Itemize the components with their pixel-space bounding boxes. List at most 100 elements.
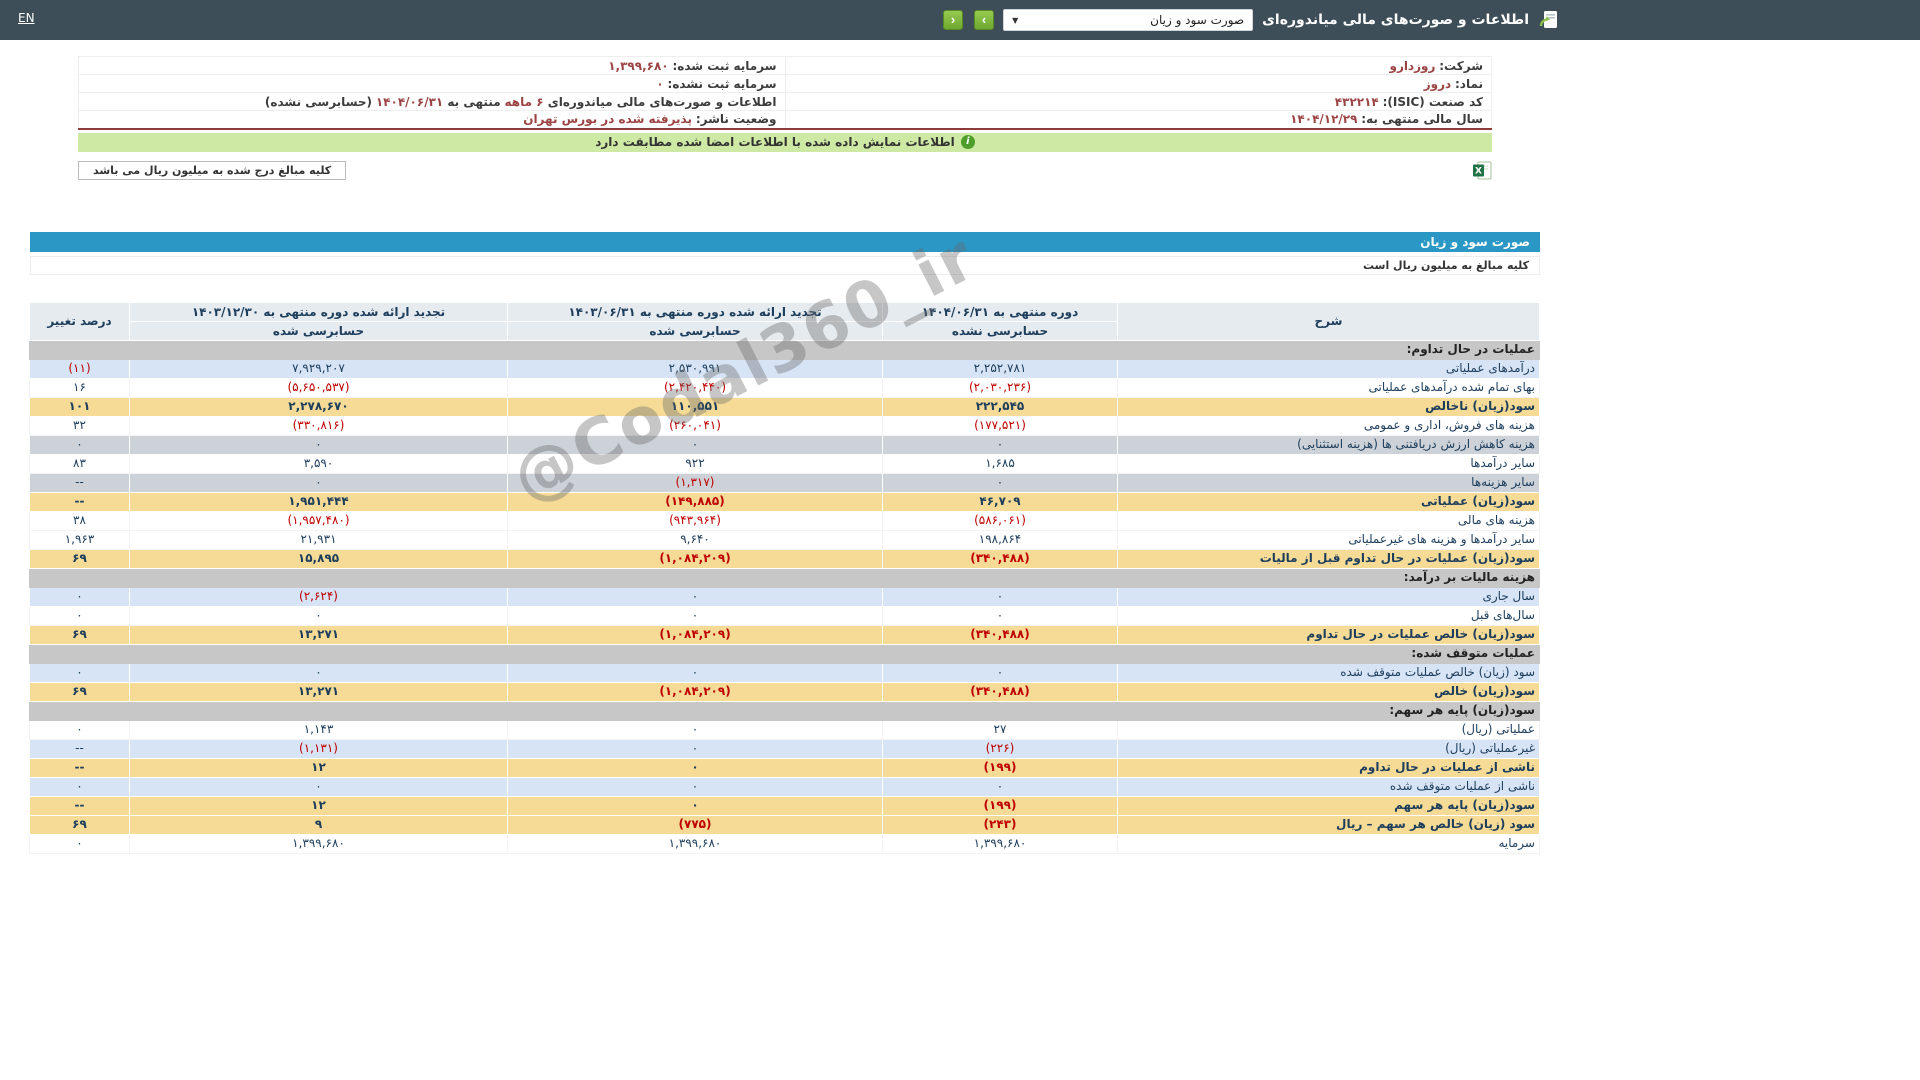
row-value-period3: ۰ <box>129 472 508 493</box>
row-value-period2 <box>507 567 883 588</box>
nav-forward-button[interactable]: › <box>974 10 995 30</box>
row-label: سود(زیان) ناخالص <box>1117 396 1540 417</box>
banner-message: اطلاعات نمایش داده شده با اطلاعات امضا ش… <box>595 135 955 149</box>
row-label: ناشی از عملیات در حال تداوم <box>1117 757 1540 778</box>
row-value-period2: (۲,۴۲۰,۴۴۰) <box>507 377 883 398</box>
table-row: سود(زیان) ناخالص ۲۲۲,۵۴۵ ۱۱۰,۵۵۱ ۲,۲۷۸,۶۷۰ ۱… <box>29 396 1540 417</box>
statement-table: شرح دوره منتهی به ۱۴۰۴/۰۶/۳۱ تجدید ارائه… <box>29 301 1540 854</box>
row-value-period2: ۲,۵۳۰,۹۹۱ <box>507 358 883 379</box>
row-value-period3: ۹ <box>129 814 508 835</box>
excel-export-button[interactable]: X <box>1472 161 1492 180</box>
language-toggle[interactable]: EN <box>18 11 35 25</box>
row-label: ناشی از عملیات متوقف شده <box>1117 776 1540 797</box>
report-period-text: اطلاعات و صورت‌های مالی میاندوره‌ای <box>543 94 777 109</box>
table-row: هزینه های فروش، اداری و عمومی (۱۷۷,۵۲۱) (۲… <box>29 415 1540 436</box>
row-value-period3: ۱۲ <box>129 757 508 778</box>
row-change-percent: ۳۲ <box>29 415 130 436</box>
col-subheader-period2-audit: حسابرسی شده <box>507 320 883 341</box>
col-header-period2: تجدید ارائه شده دوره منتهی به ۱۴۰۳/۰۶/۳۱ <box>507 301 883 322</box>
table-row: سایر هزینه‌ها ۰ (۱,۳۱۷) ۰ -- <box>29 472 1540 493</box>
nav-back-button[interactable]: ‹ <box>943 10 964 30</box>
row-label: عملیات متوقف شده: <box>1117 643 1540 664</box>
row-change-percent: ۸۳ <box>29 453 130 474</box>
row-value-period1: (۳۴۰,۴۸۸) <box>882 624 1118 645</box>
col-header-description: شرح <box>1117 301 1540 341</box>
row-value-period2: ۰ <box>507 605 883 626</box>
row-value-period3: ۱۲ <box>129 795 508 816</box>
table-row: سود(زیان) خالص عملیات در حال تداوم (۳۴۰,۴… <box>29 624 1540 645</box>
row-change-percent: ۶۹ <box>29 548 130 569</box>
statement-type-dropdown[interactable]: صورت سود و زیان ▼ <box>1003 9 1254 31</box>
row-value-period1 <box>882 643 1118 664</box>
info-row: کد صنعت (ISIC): ۴۳۲۲۱۴ اطلاعات و صورت‌ها… <box>78 92 1492 111</box>
row-value-period1: (۳۴۰,۴۸۸) <box>882 548 1118 569</box>
row-value-period2: (۱,۰۸۴,۲۰۹) <box>507 624 883 645</box>
row-value-period3: ۱,۹۵۱,۴۴۴ <box>129 491 508 512</box>
row-value-period2: ۱۱۰,۵۵۱ <box>507 396 883 417</box>
report-period-cell: اطلاعات و صورت‌های مالی میاندوره‌ای ۶ ما… <box>78 92 786 111</box>
row-label: هزینه مالیات بر درآمد: <box>1117 567 1540 588</box>
row-change-percent: ۰ <box>29 833 130 854</box>
row-label: سال جاری <box>1117 586 1540 607</box>
row-value-period3: ۷,۹۲۹,۲۰۷ <box>129 358 508 379</box>
row-value-period2: ۹۲۲ <box>507 453 883 474</box>
row-change-percent: -- <box>29 738 130 759</box>
registered-capital-cell: سرمایه ثبت شده: ۱,۳۹۹,۶۸۰ <box>78 56 786 75</box>
row-change-percent: ۱۶ <box>29 377 130 398</box>
row-label: هزینه کاهش ارزش دریافتنی ها (هزینه استثن… <box>1117 434 1540 455</box>
row-value-period3: ۰ <box>129 662 508 683</box>
row-value-period1 <box>882 700 1118 721</box>
row-label: سود (زیان) خالص هر سهم – ریال <box>1117 814 1540 835</box>
row-change-percent: -- <box>29 491 130 512</box>
row-label: عملیاتی (ریال) <box>1117 719 1540 740</box>
row-value-period3: ۱,۳۹۹,۶۸۰ <box>129 833 508 854</box>
col-header-period3: تجدید ارائه شده دوره منتهی به ۱۴۰۳/۱۲/۳۰ <box>129 301 508 322</box>
row-label: سایر درآمدها <box>1117 453 1540 474</box>
excel-icon: X <box>1473 161 1492 179</box>
row-change-percent: ۰ <box>29 586 130 607</box>
row-value-period2: (۱,۰۸۴,۲۰۹) <box>507 681 883 702</box>
row-value-period1: (۱۹۹) <box>882 757 1118 778</box>
table-row: سود(زیان) عملیاتی ۴۶,۷۰۹ (۱۴۹,۸۸۵) ۱,۹۵۱,۴۴… <box>29 491 1540 512</box>
statement-table-body: عملیات در حال تداوم: درآمدهای عملیاتی ۲,۲۵… <box>29 339 1540 854</box>
table-row: هزینه های مالی (۵۸۶,۰۶۱) (۹۴۳,۹۶۴) (۱,۹۵۷,۴… <box>29 510 1540 531</box>
navbar-title: اطلاعات و صورت‌های مالی میاندوره‌ای <box>1262 12 1529 28</box>
row-value-period2: ۰ <box>507 776 883 797</box>
row-label: سود(زیان) عملیات در حال تداوم قبل از مال… <box>1117 548 1540 569</box>
row-label: سود(زیان) پایه هر سهم <box>1117 795 1540 816</box>
table-row: سود (زیان) خالص عملیات متوقف شده ۰ ۰ ۰ ۰ <box>29 662 1540 683</box>
row-value-period1: (۲۴۳) <box>882 814 1118 835</box>
row-value-period2: ۰ <box>507 434 883 455</box>
units-note-tab: کلیه مبالغ درج شده به میلیون ریال می باش… <box>78 160 347 180</box>
fiscal-year-label: سال مالی منتهی به: <box>1361 112 1483 127</box>
row-value-period1: (۲۲۶) <box>882 738 1118 759</box>
row-value-period2: ۱,۳۹۹,۶۸۰ <box>507 833 883 854</box>
page-content: شرکت: روزدارو سرمایه ثبت شده: ۱,۳۹۹,۶۸۰ … <box>29 56 1540 854</box>
row-value-period1: ۰ <box>882 586 1118 607</box>
table-row: سال‌های قبل ۰ ۰ ۰ ۰ <box>29 605 1540 626</box>
row-value-period1: ۰ <box>882 434 1118 455</box>
row-value-period3: (۱,۱۳۱) <box>129 738 508 759</box>
row-value-period3: (۲,۶۲۴) <box>129 586 508 607</box>
row-value-period1: ۲۷ <box>882 719 1118 740</box>
section-row: عملیات متوقف شده: <box>29 643 1540 664</box>
col-subheader-period3-audit: حسابرسی شده <box>129 320 508 341</box>
row-change-percent: ۱۰۱ <box>29 396 130 417</box>
table-row: سود(زیان) عملیات در حال تداوم قبل از مال… <box>29 548 1540 569</box>
units-row: X کلیه مبالغ درج شده به میلیون ریال می ب… <box>78 160 1492 180</box>
row-value-period2: ۰ <box>507 586 883 607</box>
registered-capital-label: سرمایه ثبت شده: <box>672 58 777 73</box>
unregistered-capital-value: ۰ <box>656 76 664 91</box>
table-row: بهای تمام شده درآمدهای عملیاتی (۲,۰۳۰,۲۳۶… <box>29 377 1540 398</box>
table-row: سایر درآمدها ۱,۶۸۵ ۹۲۲ ۳,۵۹۰ ۸۳ <box>29 453 1540 474</box>
signature-match-banner: i اطلاعات نمایش داده شده با اطلاعات امضا… <box>78 132 1492 152</box>
fiscal-year-cell: سال مالی منتهی به: ۱۴۰۴/۱۲/۲۹ <box>784 110 1492 129</box>
row-value-period2: (۹۴۳,۹۶۴) <box>507 510 883 531</box>
row-value-period2: (۲۶۰,۰۴۱) <box>507 415 883 436</box>
row-value-period1: ۲۲۲,۵۴۵ <box>882 396 1118 417</box>
row-change-percent: ۰ <box>29 719 130 740</box>
isic-value: ۴۳۲۲۱۴ <box>1334 94 1379 109</box>
row-value-period1: ۴۶,۷۰۹ <box>882 491 1118 512</box>
row-value-period1 <box>882 567 1118 588</box>
company-label: شرکت: <box>1439 58 1483 73</box>
